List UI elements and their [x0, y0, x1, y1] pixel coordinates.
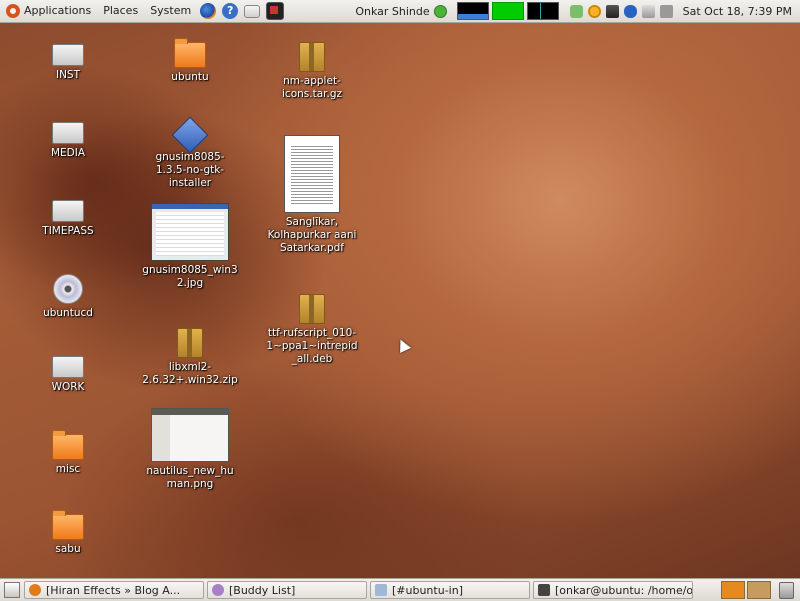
- bluetooth-icon[interactable]: [623, 4, 637, 18]
- top-panel: Applications Places System ? Onkar Shind…: [0, 0, 800, 23]
- desktop-icon-gnusim-installer[interactable]: gnusim8085-1.3.5-no-gtk-installer: [142, 116, 238, 190]
- chat-status-icon[interactable]: [569, 4, 583, 18]
- workspace-2[interactable]: [747, 581, 771, 599]
- desktop-icon-sabu[interactable]: sabu: [20, 510, 116, 556]
- taskbar-item-terminal[interactable]: [onkar@ubuntu: /home/o...: [533, 581, 693, 599]
- places-menu[interactable]: Places: [97, 0, 144, 22]
- desktop-icon-label: gnusim8085_win32.jpg: [142, 264, 238, 289]
- folder-icon: [174, 38, 206, 68]
- desktop-icon-libxml2[interactable]: libxml2-2.6.32+.win32.zip: [142, 326, 238, 387]
- status-available-icon[interactable]: [433, 4, 447, 18]
- taskbar-item-chat[interactable]: [#ubuntu-in]: [370, 581, 530, 599]
- help-icon[interactable]: ?: [222, 3, 239, 19]
- taskbar-item-label: [onkar@ubuntu: /home/o...: [555, 583, 693, 597]
- desktop-icon-label: Sanglīkar, Kolhapurkar aani Satarkar.pdf: [267, 216, 357, 254]
- bottom-panel: [Hiran Effects » Blog A... [Buddy List] …: [0, 578, 800, 601]
- desktop-icon-ubuntu[interactable]: ubuntu: [142, 38, 238, 84]
- applications-menu[interactable]: Applications: [0, 0, 97, 22]
- desktop-icon-work[interactable]: WORK: [20, 348, 116, 394]
- desktop-icon-inst[interactable]: INST: [20, 36, 116, 82]
- image-thumbnail: [151, 203, 229, 261]
- applications-menu-label: Applications: [24, 4, 92, 17]
- system-menu[interactable]: System: [144, 0, 197, 22]
- taskbar-item-label: [Buddy List]: [229, 583, 296, 597]
- package-icon: [171, 116, 209, 154]
- terminal-icon: [538, 584, 550, 596]
- desktop-icon-label: gnusim8085-1.3.5-no-gtk-installer: [155, 151, 225, 189]
- desktop-icon-label: nautilus_new_human.png: [146, 465, 234, 490]
- chat-icon: [375, 584, 387, 596]
- ubuntu-logo-icon: [6, 4, 20, 18]
- network-monitor[interactable]: [526, 2, 559, 20]
- drive-icon: [52, 356, 84, 378]
- desktop-icon-nm-applet[interactable]: nm-applet-icons.tar.gz: [264, 40, 360, 101]
- desktop-icon-gnusim-jpg[interactable]: gnusim8085_win32.jpg: [142, 203, 238, 290]
- cpu-monitor[interactable]: [456, 2, 489, 20]
- desktop-icon-label: TIMEPASS: [42, 225, 94, 237]
- archive-icon: [299, 294, 325, 324]
- taskbar-item-label: [Hiran Effects » Blog A...: [46, 583, 181, 597]
- volume-icon[interactable]: [659, 4, 673, 18]
- desktop-icon-label: misc: [55, 463, 81, 475]
- pdf-thumbnail: [284, 135, 340, 213]
- show-desktop-button[interactable]: [4, 582, 20, 598]
- cd-icon: [53, 274, 83, 304]
- taskbar-item-buddy-list[interactable]: [Buddy List]: [207, 581, 367, 599]
- places-menu-label: Places: [103, 4, 139, 17]
- desktop-icon-nautilus-png[interactable]: nautilus_new_human.png: [142, 408, 238, 491]
- archive-icon: [299, 42, 325, 72]
- system-tray: [569, 4, 673, 18]
- drive-icon: [52, 122, 84, 144]
- desktop-icon-ubuntucd[interactable]: ubuntucd: [20, 272, 116, 320]
- pidgin-icon: [212, 584, 224, 596]
- trash-icon[interactable]: [779, 581, 794, 599]
- firefox-icon[interactable]: [200, 3, 217, 19]
- user-name[interactable]: Onkar Shinde: [355, 5, 429, 18]
- taskbar-item-firefox[interactable]: [Hiran Effects » Blog A...: [24, 581, 204, 599]
- system-menu-label: System: [150, 4, 192, 17]
- desktop-icon-deb[interactable]: ttf-rufscript_010-1~ppa1~intrepid_all.de…: [264, 292, 360, 366]
- terminal-icon[interactable]: [266, 2, 285, 20]
- desktop-icon-misc[interactable]: misc: [20, 430, 116, 476]
- display-icon[interactable]: [605, 4, 619, 18]
- taskbar-item-label: [#ubuntu-in]: [392, 583, 463, 597]
- folder-icon: [52, 430, 84, 460]
- desktop-icon-timepass[interactable]: TIMEPASS: [20, 192, 116, 238]
- workspace-1[interactable]: [721, 581, 745, 599]
- clock[interactable]: Sat Oct 18, 7:39 PM: [683, 5, 792, 18]
- printer-icon[interactable]: [641, 4, 655, 18]
- update-notifier-icon[interactable]: [587, 4, 601, 18]
- desktop-icon-label: INST: [55, 69, 81, 81]
- folder-icon: [52, 510, 84, 540]
- desktop-icon-label: ubuntu: [171, 71, 209, 83]
- memory-monitor[interactable]: [491, 2, 524, 20]
- desktop-icon-label: sabu: [55, 543, 81, 555]
- desktop-icon-label: ubuntucd: [43, 307, 93, 319]
- image-thumbnail: [151, 408, 229, 462]
- desktop-icon-label: WORK: [51, 381, 85, 393]
- desktop-icon-media[interactable]: MEDIA: [20, 114, 116, 160]
- mouse-cursor-icon: [395, 337, 411, 353]
- desktop-icon-label: libxml2-2.6.32+.win32.zip: [142, 361, 238, 386]
- drive-icon: [52, 44, 84, 66]
- firefox-icon: [29, 584, 41, 596]
- mail-icon[interactable]: [244, 4, 261, 18]
- desktop-icon-pdf[interactable]: Sanglīkar, Kolhapurkar aani Satarkar.pdf: [264, 135, 360, 255]
- desktop-icon-label: MEDIA: [50, 147, 86, 159]
- desktop-icon-label: ttf-rufscript_010-1~ppa1~intrepid_all.de…: [266, 327, 358, 365]
- drive-icon: [52, 200, 84, 222]
- archive-icon: [177, 328, 203, 358]
- desktop-icon-label: nm-applet-icons.tar.gz: [282, 75, 342, 100]
